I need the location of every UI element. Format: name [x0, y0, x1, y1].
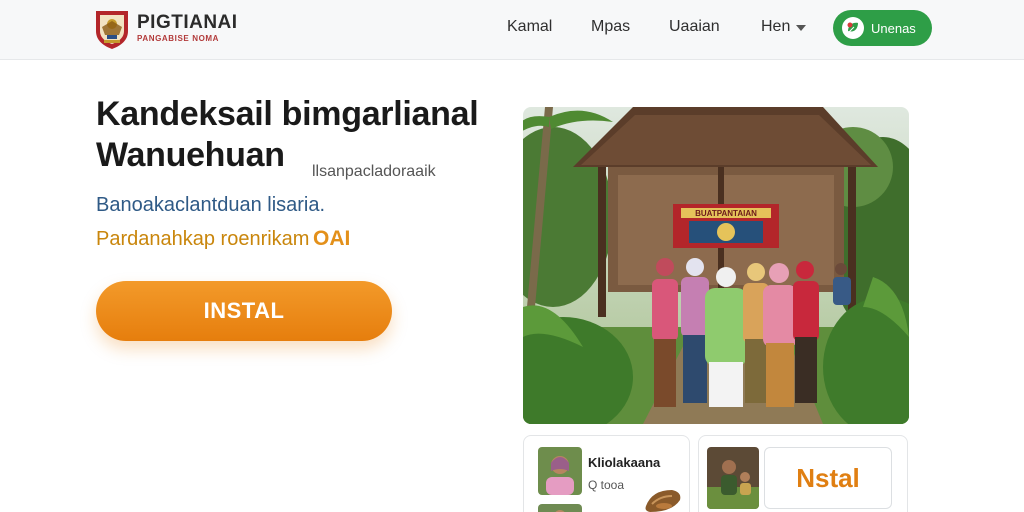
seated-group-thumbnail — [707, 447, 759, 509]
feature-card-1[interactable]: Kliolakaana Q tooa — [523, 435, 690, 512]
community-group-photo: BUATPANTAIAN — [523, 107, 909, 424]
brand-title[interactable]: PIGTIANAI — [137, 12, 238, 34]
hero-aside-text: llsanpacladoraaik — [312, 163, 436, 180]
nav-link-1[interactable]: Kamal — [507, 18, 552, 36]
header-cta-label: Unenas — [871, 20, 916, 36]
chevron-down-icon[interactable] — [795, 24, 807, 32]
garuda-shield-emblem-icon[interactable] — [93, 9, 131, 50]
card-2-install-box[interactable]: Nstal — [764, 447, 892, 509]
pavilion-banner-text: BUATPANTAIAN — [695, 209, 757, 218]
pastry-icon — [645, 490, 681, 512]
feature-card-2[interactable]: Nstal — [698, 435, 908, 512]
card-2-install-label: Nstal — [796, 462, 860, 493]
brand-subtitle: PANGABISE NOMA — [137, 34, 220, 43]
install-button-label: INSTAL — [203, 298, 285, 323]
install-button[interactable]: INSTAL — [96, 281, 392, 341]
nav-link-2[interactable]: Mpas — [591, 18, 630, 36]
hero-promo-text: Pardanahkap roenrikam — [96, 228, 310, 250]
top-navbar: PIGTIANAI PANGABISE NOMA Kamal Mpas Uaai… — [0, 0, 1024, 60]
header-cta-button[interactable]: Unenas — [833, 10, 932, 46]
promo-badge: OAI — [313, 227, 351, 250]
woman-portrait-thumbnail — [538, 447, 582, 495]
secondary-thumbnail — [538, 504, 582, 512]
nav-link-3[interactable]: Uaaian — [669, 18, 720, 36]
leaf-icon — [842, 17, 864, 39]
nav-link-dropdown[interactable]: Hen — [761, 18, 790, 36]
hero-subtitle: Banoakaclantduan lisaria. — [96, 194, 326, 216]
card-1-meta: Q tooa — [588, 478, 625, 492]
card-1-title: Kliolakaana — [588, 455, 661, 470]
